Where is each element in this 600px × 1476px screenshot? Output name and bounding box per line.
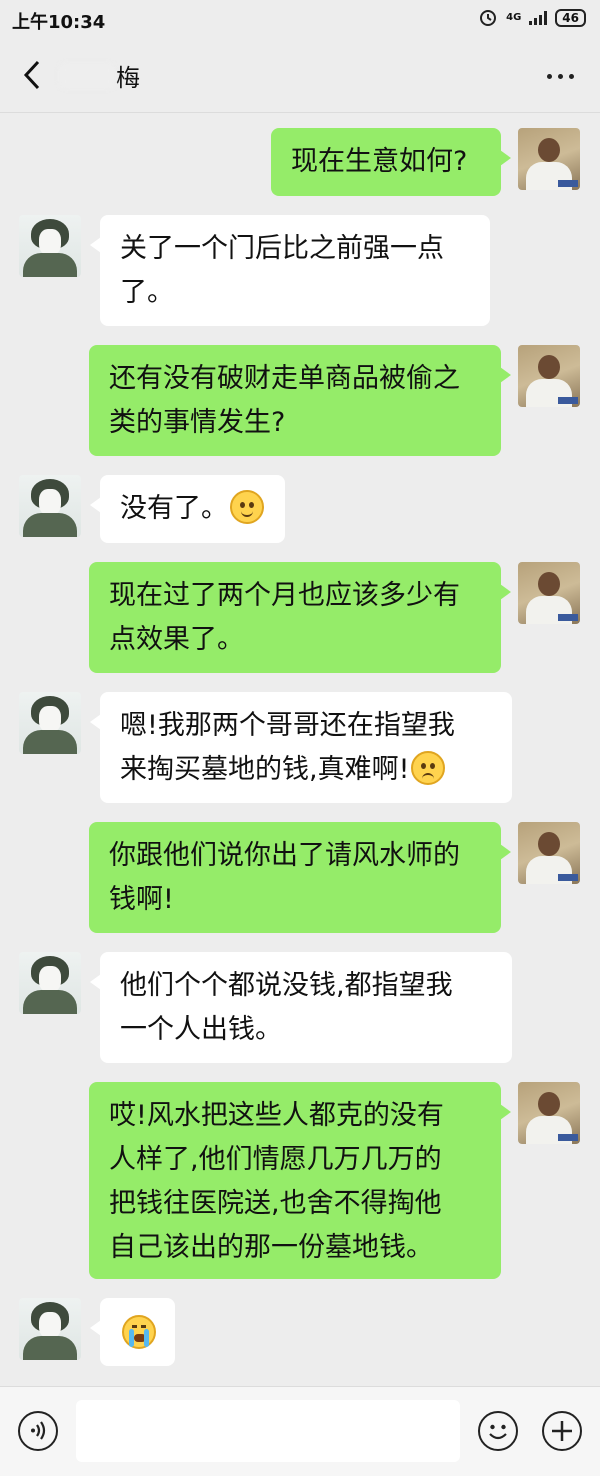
contact-avatar[interactable] [19,692,81,754]
message-input[interactable] [76,1400,460,1462]
more-options-icon[interactable] [547,74,574,79]
received-message-bubble[interactable]: 关了一个门后比之前强一点 了。 [90,215,490,326]
message-text-line: 了。 [120,277,174,308]
chat-title: 梅 [60,58,140,93]
message-text-line: 来掏买墓地的钱,真难啊! [120,748,492,792]
contact-avatar[interactable] [19,475,81,537]
message-text-line: 关了一个门后比之前强一点 [120,233,444,264]
message-text-line: 类的事情发生? [109,407,286,438]
received-message-bubble[interactable] [90,1298,175,1366]
input-bar [0,1386,600,1476]
message-text-line: 点效果了。 [109,624,244,655]
message-text-line: 现在生意如何? [291,146,468,177]
received-message-bubble[interactable]: 他们个个都说没钱,都指望我 一个人出钱。 [90,952,512,1063]
smile-emoji [230,490,264,524]
message-text-line: 现在过了两个月也应该多少有 [109,580,460,611]
network-type-label: 4G [506,12,522,23]
sent-message-bubble[interactable]: 现在过了两个月也应该多少有 点效果了。 [89,562,511,673]
message-text-line: 人样了,他们情愿几万几万的 [109,1144,442,1175]
contact-avatar[interactable] [19,215,81,277]
message-text-line: 一个人出钱。 [120,1014,282,1045]
received-message-bubble[interactable]: 嗯!我那两个哥哥还在指望我来掏买墓地的钱,真难啊! [90,692,512,803]
message-text-line: 他们个个都说没钱,都指望我 [120,970,453,1001]
message-text-line: 你跟他们说你出了请风水师的 [109,840,460,871]
signal-icon [529,11,548,25]
received-message-bubble[interactable]: 没有了。 [90,475,285,543]
message-text-line: 钱啊! [109,884,174,915]
message-text-line: 自己该出的那一份墓地钱。 [109,1232,433,1263]
contact-avatar[interactable] [19,952,81,1014]
chat-header: 梅 [0,40,600,113]
redacted-name [60,63,114,88]
sent-message-bubble[interactable]: 哎!风水把这些人都克的没有 人样了,他们情愿几万几万的 把钱往医院送,也舍不得掏他自… [89,1082,511,1279]
message-text-line: 没有了。 [120,487,265,531]
status-time: 上午10:34 [12,12,106,33]
sent-message-bubble[interactable]: 你跟他们说你出了请风水师的 钱啊! [89,822,511,933]
sent-message-bubble[interactable]: 还有没有破财走单商品被偷之 类的事情发生? [89,345,511,456]
worried-emoji [411,751,446,785]
contact-avatar[interactable] [19,1298,81,1360]
sent-message-bubble[interactable]: 现在生意如何? [271,128,511,196]
status-icons: 4G 46 [478,8,586,28]
my-avatar[interactable] [518,345,580,407]
my-avatar[interactable] [518,562,580,624]
more-functions-plus-icon[interactable] [542,1411,582,1451]
message-text-line: 把钱往医院送,也舍不得掏他 [109,1188,442,1219]
emoji-picker-icon[interactable] [478,1411,518,1451]
voice-input-icon[interactable] [18,1411,58,1451]
alarm-icon [480,10,497,26]
message-text-line: 还有没有破财走单商品被偷之 [109,363,460,394]
crying-emoji [122,1315,156,1349]
battery-indicator: 46 [555,9,586,27]
my-avatar[interactable] [518,822,580,884]
back-arrow-icon[interactable] [16,58,50,92]
message-text-line: 哎!风水把这些人都克的没有 [109,1100,444,1131]
my-avatar[interactable] [518,128,580,190]
chat-title-text: 梅 [116,64,140,92]
status-bar: 上午10:34 4G 46 [0,0,600,40]
message-text-line: 嗯!我那两个哥哥还在指望我 [120,710,455,741]
my-avatar[interactable] [518,1082,580,1144]
